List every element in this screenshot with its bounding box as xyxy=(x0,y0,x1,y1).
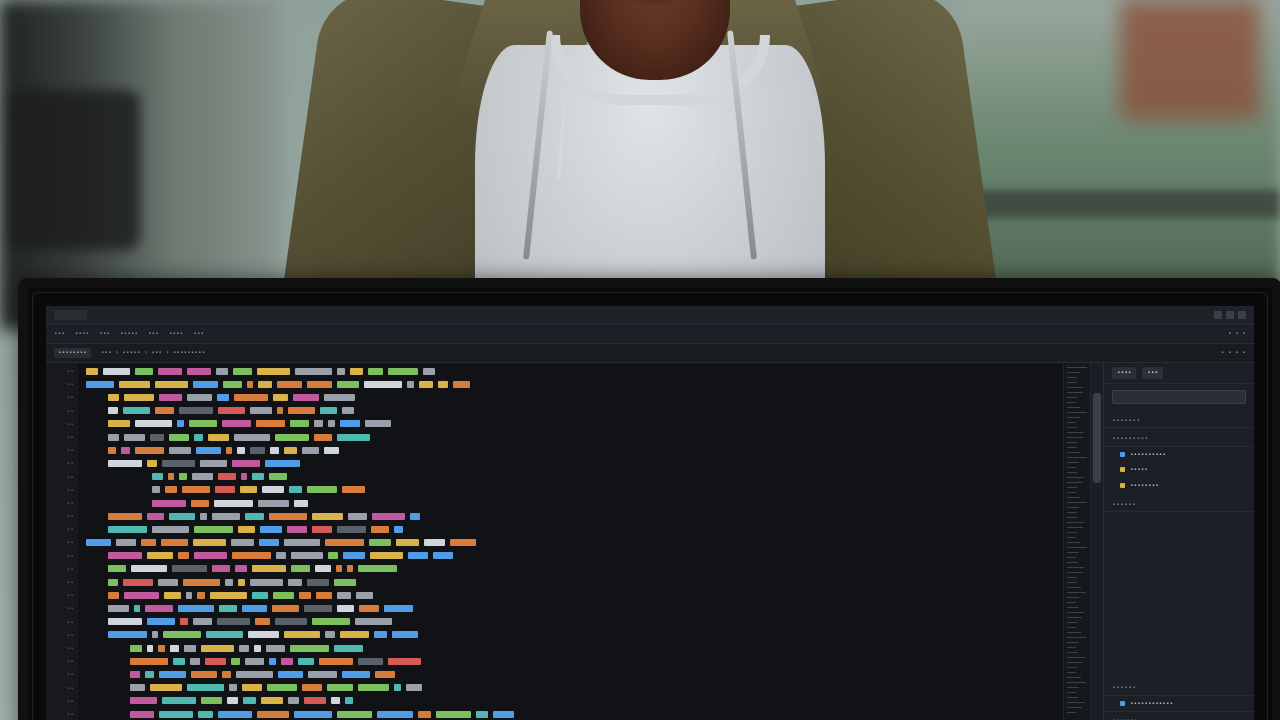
code-line xyxy=(86,710,1057,719)
editor-tabbar: ▪▪▪▪▪▪▪▪ ▪▪▪ › ▪▪▪▪▪ › ▪▪▪ › ▪▪▪▪▪▪▪▪▪ ▪… xyxy=(46,344,1254,363)
code-line xyxy=(86,657,1057,666)
menu-item: ▪▪▪ xyxy=(99,329,110,339)
side-panel-section-header: ▪▪▪▪▪▪▪ xyxy=(1104,410,1254,429)
code-line xyxy=(86,552,1057,561)
code-line xyxy=(86,512,1057,521)
editor-menubar: ▪▪▪ ▪▪▪▪ ▪▪▪ ▪▪▪▪▪ ▪▪▪ ▪▪▪▪ ▪▪▪ ▪ ▪ ▪ xyxy=(46,325,1254,344)
code-line xyxy=(86,578,1057,587)
side-panel-tab: ▪▪▪▪ xyxy=(1112,367,1136,379)
editor-tab: ▪▪▪▪▪▪▪▪ xyxy=(54,348,91,358)
code-line xyxy=(86,473,1057,482)
menu-item: ▪▪▪ xyxy=(148,329,159,339)
code-line xyxy=(86,393,1057,402)
code-line xyxy=(86,380,1057,389)
code-line xyxy=(86,631,1057,640)
code-line xyxy=(86,499,1057,508)
code-line xyxy=(86,604,1057,613)
window-controls xyxy=(1214,311,1246,319)
code-line xyxy=(86,433,1057,442)
menu-item: ▪▪▪▪ xyxy=(169,329,183,339)
menu-item: ▪▪▪▪▪ xyxy=(120,329,138,339)
code-line xyxy=(86,591,1057,600)
code-line xyxy=(86,486,1057,495)
scrollbar-thumb xyxy=(1093,393,1101,483)
side-panel-section-header: ▪▪▪▪▪▪ xyxy=(1104,494,1254,513)
menu-item: ▪▪▪▪ xyxy=(75,329,89,339)
code-line xyxy=(86,538,1057,547)
outline-item: ▪▪▪▪▪▪▪▪▪▪ xyxy=(1104,447,1254,463)
menubar-right: ▪ ▪ ▪ xyxy=(1228,329,1246,339)
code-editor-screen: ▪▪▪ ▪▪▪▪ ▪▪▪ ▪▪▪▪▪ ▪▪▪ ▪▪▪▪ ▪▪▪ ▪ ▪ ▪ ▪▪… xyxy=(46,306,1254,720)
window-sill xyxy=(940,190,1280,218)
monitor: ▪▪▪ ▪▪▪▪ ▪▪▪ ▪▪▪▪▪ ▪▪▪ ▪▪▪▪ ▪▪▪ ▪ ▪ ▪ ▪▪… xyxy=(18,278,1280,720)
menu-item: ▪▪▪ xyxy=(54,329,65,339)
side-panel: ▪▪▪▪ ▪▪▪ ▪▪▪▪▪▪▪ ▪▪▪▪▪▪▪▪▪ ▪▪▪▪▪▪▪▪▪▪ ▪▪… xyxy=(1103,363,1254,720)
code-line xyxy=(86,697,1057,706)
code-line xyxy=(86,420,1057,429)
side-panel-tab: ▪▪▪ xyxy=(1142,367,1163,379)
code-line xyxy=(86,525,1057,534)
code-line xyxy=(86,670,1057,679)
menu-item: ▪▪▪ xyxy=(193,329,204,339)
code-line xyxy=(86,446,1057,455)
scrollbar xyxy=(1090,363,1103,720)
outline-item: ▪▪▪▪▪ xyxy=(1104,462,1254,478)
minimap xyxy=(1063,363,1090,720)
code-line xyxy=(86,644,1057,653)
outline-item: ▪▪▪▪▪▪▪▪ xyxy=(1104,478,1254,494)
outline-item: ▪▪▪▪▪▪▪▪▪▪▪▪ xyxy=(1104,696,1254,712)
office-chair xyxy=(10,90,140,250)
code-area xyxy=(78,363,1063,720)
photo-scene: ▪▪▪ ▪▪▪▪ ▪▪▪ ▪▪▪▪▪ ▪▪▪ ▪▪▪▪ ▪▪▪ ▪ ▪ ▪ ▪▪… xyxy=(0,0,1280,720)
side-panel-footer: ▪▪▪▪▪▪▪ xyxy=(1104,711,1254,720)
code-line xyxy=(86,618,1057,627)
tabbar-right: ▪ ▪ ▪ ▪ xyxy=(1221,348,1246,358)
breadcrumb: ▪▪▪ › ▪▪▪▪▪ › ▪▪▪ › ▪▪▪▪▪▪▪▪▪ xyxy=(101,348,205,358)
code-line xyxy=(86,459,1057,468)
editor-titlebar xyxy=(46,306,1254,325)
side-panel-section-header: ▪▪▪▪▪▪▪▪▪ xyxy=(1104,428,1254,447)
code-line xyxy=(86,407,1057,416)
titlebar-chip xyxy=(54,310,87,320)
background-brick-building xyxy=(1120,0,1260,120)
code-line xyxy=(86,367,1057,376)
side-panel-section-header: ▪▪▪▪▪▪ xyxy=(1104,677,1254,696)
side-panel-search xyxy=(1112,390,1246,404)
code-line xyxy=(86,684,1057,693)
side-panel-tabs: ▪▪▪▪ ▪▪▪ xyxy=(1104,363,1254,384)
editor-body: ▪▪▪▪▪▪▪▪▪▪▪▪▪▪▪▪▪▪▪▪▪▪▪▪▪▪▪▪▪▪▪▪▪▪▪▪▪▪▪▪… xyxy=(46,363,1254,720)
code-line xyxy=(86,565,1057,574)
line-number-gutter: ▪▪▪▪▪▪▪▪▪▪▪▪▪▪▪▪▪▪▪▪▪▪▪▪▪▪▪▪▪▪▪▪▪▪▪▪▪▪▪▪… xyxy=(46,363,78,720)
